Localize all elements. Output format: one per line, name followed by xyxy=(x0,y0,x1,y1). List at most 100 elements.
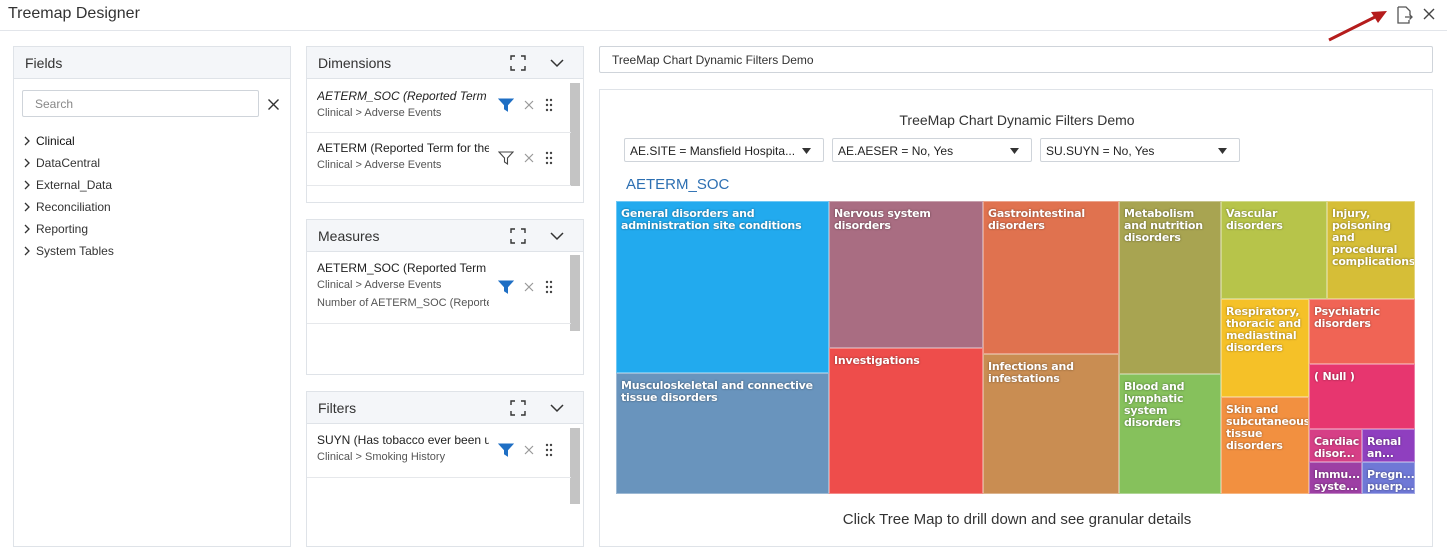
treemap-cell-label: Cardiac disor... xyxy=(1314,435,1360,460)
clear-search-icon[interactable] xyxy=(267,98,280,111)
drag-handle-icon[interactable] xyxy=(545,280,553,294)
measure-item-name: AETERM_SOC (Reported Term for the Advers… xyxy=(317,261,489,275)
dimension-item-path: Clinical > Adverse Events xyxy=(317,107,442,119)
tree-item-label: DataCentral xyxy=(36,156,101,170)
chart-title-field[interactable] xyxy=(599,46,1433,73)
treemap-cell[interactable]: ( Null ) xyxy=(1309,364,1415,429)
drag-handle-icon[interactable] xyxy=(545,443,553,457)
treemap-cell-label: Musculoskeletal and connective tissue di… xyxy=(621,379,813,404)
fields-tree: Clinical DataCentral External_Data Recon… xyxy=(22,130,114,262)
chevron-right-icon xyxy=(24,202,30,212)
treemap-cell[interactable]: Investigations xyxy=(829,348,983,494)
measure-item[interactable]: AETERM_SOC (Reported Term for the Advers… xyxy=(307,253,571,324)
treemap-cell[interactable]: Renal an... xyxy=(1362,429,1415,462)
fields-search-box[interactable] xyxy=(22,90,259,117)
filter-icon[interactable] xyxy=(498,280,514,294)
drag-handle-icon[interactable] xyxy=(545,151,553,165)
expand-icon[interactable] xyxy=(510,55,526,71)
aeser-filter-dropdown[interactable]: AE.AESER = No, Yes xyxy=(832,138,1032,162)
tree-item-reconciliation[interactable]: Reconciliation xyxy=(22,196,114,218)
treemap-cell-label: Blood and lymphatic system disorders xyxy=(1124,380,1185,429)
tree-item-system-tables[interactable]: System Tables xyxy=(22,240,114,262)
tree-item-label: Reconciliation xyxy=(36,200,111,214)
chart-title-input[interactable] xyxy=(600,47,1432,72)
measures-panel-title: Measures xyxy=(318,228,380,244)
chevron-right-icon xyxy=(24,246,30,256)
treemap-cell[interactable]: Blood and lymphatic system disorders xyxy=(1119,374,1221,494)
chevron-down-icon[interactable] xyxy=(549,402,565,414)
chevron-right-icon xyxy=(24,224,30,234)
treemap-cell[interactable]: Gastrointestinal disorders xyxy=(983,201,1119,354)
chevron-down-icon[interactable] xyxy=(549,230,565,242)
measures-scrollbar[interactable] xyxy=(570,255,580,331)
filter-icon[interactable] xyxy=(498,443,514,457)
treemap-cell[interactable]: Skin and subcutaneous tissue disorders xyxy=(1221,397,1309,494)
dimension-item[interactable]: AETERM (Reported Term for the Adverse Ev… xyxy=(307,133,571,186)
filter-outline-icon[interactable] xyxy=(498,151,514,165)
chart-preview-panel: TreeMap Chart Dynamic Filters Demo AE.SI… xyxy=(599,89,1433,547)
tree-item-reporting[interactable]: Reporting xyxy=(22,218,114,240)
measure-item-aggregate: Number of AETERM_SOC (Reported Term for … xyxy=(317,297,489,309)
chevron-down-icon[interactable] xyxy=(549,57,565,69)
treemap-cell[interactable]: Vascular disorders xyxy=(1221,201,1327,299)
filters-panel-header: Filters xyxy=(307,392,583,424)
treemap-cell[interactable]: Infections and infestations xyxy=(983,354,1119,494)
dropdown-value: AE.SITE = Mansfield Hospita... xyxy=(630,144,796,158)
treemap-cell-label: Renal an... xyxy=(1367,435,1401,460)
tree-item-label: Clinical xyxy=(36,134,75,148)
treemap-cell[interactable]: Pregn... puerp... xyxy=(1362,462,1415,494)
export-file-icon[interactable] xyxy=(1394,5,1414,25)
filter-icon[interactable] xyxy=(498,98,514,112)
filter-item-name: SUYN (Has tobacco ever been used?) xyxy=(317,433,489,447)
site-filter-dropdown[interactable]: AE.SITE = Mansfield Hospita... xyxy=(624,138,824,162)
treemap-cell-label: Respiratory, thoracic and mediastinal di… xyxy=(1226,305,1301,354)
tree-item-datacentral[interactable]: DataCentral xyxy=(22,152,114,174)
tree-item-label: External_Data xyxy=(36,178,113,192)
fields-search-input[interactable] xyxy=(23,91,258,116)
dimensions-scrollbar[interactable] xyxy=(570,83,580,186)
treemap-cell-label: Injury, poisoning and procedural complic… xyxy=(1332,207,1415,268)
treemap-cell-label: Skin and subcutaneous tissue disorders xyxy=(1226,403,1309,452)
treemap-cell[interactable]: General disorders and administration sit… xyxy=(616,201,829,373)
tree-item-clinical[interactable]: Clinical xyxy=(22,130,114,152)
filters-panel: Filters SUYN (Has tobacco ever been used… xyxy=(306,391,584,547)
app-title: Treemap Designer xyxy=(8,5,140,22)
dropdown-value: SU.SUYN = No, Yes xyxy=(1046,144,1155,158)
caret-down-icon xyxy=(1218,148,1227,154)
caret-down-icon xyxy=(1010,148,1019,154)
remove-icon[interactable] xyxy=(524,445,534,455)
filter-item[interactable]: SUYN (Has tobacco ever been used?) Clini… xyxy=(307,425,571,478)
remove-icon[interactable] xyxy=(524,153,534,163)
treemap-cell[interactable]: Immu... syste... xyxy=(1309,462,1362,494)
treemap-cell[interactable]: Musculoskeletal and connective tissue di… xyxy=(616,373,829,494)
treemap-chart[interactable]: General disorders and administration sit… xyxy=(616,201,1415,494)
fields-panel: Fields Clinical DataCentral External_Dat… xyxy=(13,46,291,547)
dimension-item-name: AETERM_SOC (Reported Term for the Advers… xyxy=(317,89,489,103)
title-bar: Treemap Designer xyxy=(0,0,1447,42)
treemap-cell[interactable]: Metabolism and nutrition disorders xyxy=(1119,201,1221,374)
expand-icon[interactable] xyxy=(510,228,526,244)
dimension-item-path: Clinical > Adverse Events xyxy=(317,159,442,171)
treemap-cell[interactable]: Psychiatric disorders xyxy=(1309,299,1415,364)
close-icon[interactable] xyxy=(1422,7,1436,21)
dimension-item[interactable]: AETERM_SOC (Reported Term for the Advers… xyxy=(307,80,571,133)
measure-item-path: Clinical > Adverse Events xyxy=(317,279,442,291)
remove-icon[interactable] xyxy=(524,282,534,292)
suyn-filter-dropdown[interactable]: SU.SUYN = No, Yes xyxy=(1040,138,1240,162)
remove-icon[interactable] xyxy=(524,100,534,110)
treemap-cell[interactable]: Cardiac disor... xyxy=(1309,429,1362,462)
tree-item-external-data[interactable]: External_Data xyxy=(22,174,114,196)
red-arrow-annotation xyxy=(1328,11,1387,42)
treemap-cell[interactable]: Respiratory, thoracic and mediastinal di… xyxy=(1221,299,1309,397)
treemap-cell[interactable]: Nervous system disorders xyxy=(829,201,983,348)
filters-scrollbar[interactable] xyxy=(570,428,580,504)
filters-list: SUYN (Has tobacco ever been used?) Clini… xyxy=(307,425,571,478)
expand-icon[interactable] xyxy=(510,400,526,416)
treemap-cell[interactable]: Injury, poisoning and procedural complic… xyxy=(1327,201,1415,299)
treemap-cell-label: Investigations xyxy=(834,354,920,367)
measures-panel: Measures AETERM_SOC (Reported Term for t… xyxy=(306,219,584,375)
fields-panel-header: Fields xyxy=(14,47,290,79)
treemap-cell-label: ( Null ) xyxy=(1314,370,1355,383)
filters-panel-title: Filters xyxy=(318,400,357,416)
drag-handle-icon[interactable] xyxy=(545,98,553,112)
